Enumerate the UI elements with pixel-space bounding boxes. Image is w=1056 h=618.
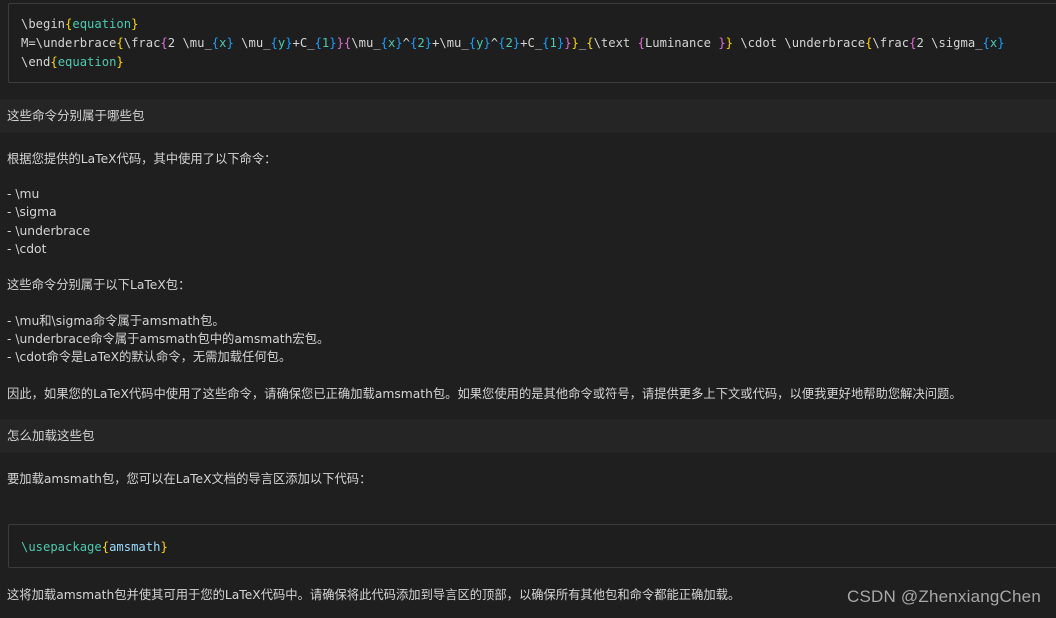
code-brace: { (982, 36, 990, 50)
code-brace: } (285, 36, 293, 50)
code-brace: } (116, 55, 124, 69)
command-list-item: - \underbrace (7, 224, 91, 238)
code-token: equation (72, 17, 132, 31)
code-brace: } (131, 17, 139, 31)
code-line: \end{equation} (21, 55, 124, 69)
code-token: 2 (505, 36, 513, 50)
code-token: amsmath (109, 540, 161, 554)
code-brace: } (226, 36, 234, 50)
code-brace: } (718, 36, 726, 50)
code-brace: } (571, 36, 579, 50)
code-brace: } (997, 36, 1005, 50)
code-brace: }{ (336, 36, 352, 50)
code-token: 2 (417, 36, 425, 50)
code-token: 2 \mu_ (167, 36, 212, 50)
code-token: M=\underbrace (21, 36, 117, 50)
code-brace: } (395, 36, 403, 50)
answer-intro: 要加载amsmath包，您可以在LaTeX文档的导言区添加以下代码： (7, 472, 372, 486)
code-brace: { (50, 55, 58, 69)
code-brace: } (725, 36, 733, 50)
chat-page: \begin{equation} M=\underbrace{\frac{2 \… (0, 0, 1056, 618)
code-token: Luminance (644, 36, 719, 50)
code-brace: } (424, 36, 433, 50)
code-token: 2 \sigma_ (916, 36, 983, 50)
code-brace: { (270, 36, 278, 50)
code-token: \usepackage (21, 540, 102, 554)
code-brace: { (101, 540, 110, 554)
code-token: equation (57, 55, 117, 69)
code-brace: { (116, 36, 124, 50)
user-question: 这些命令分别属于哪些包 (0, 99, 1056, 133)
code-token: \text (593, 36, 638, 50)
code-brace: { (380, 36, 388, 50)
command-list-item: - \cdot (7, 242, 47, 256)
code-brace: } (329, 36, 337, 50)
code-token: \mu_ (233, 36, 271, 50)
code-token: \mu_ (351, 36, 381, 50)
code-line: M=\underbrace{\frac{2 \mu_{x} \mu_{y}+C_… (21, 36, 1005, 50)
code-brace: { (637, 36, 645, 50)
answer-conclusion: 因此，如果您的LaTeX代码中使用了这些命令，请确保您已正确加载amsmath包… (7, 387, 962, 401)
answer-intro: 根据您提供的LaTeX代码，其中使用了以下命令： (7, 152, 277, 166)
code-brace: } (483, 36, 491, 50)
code-brace: { (468, 36, 477, 50)
code-token: +C_ (292, 36, 315, 50)
code-token: \begin (21, 17, 66, 31)
code-brace: { (160, 36, 168, 50)
package-list-item: - \underbrace命令属于amsmath包中的amsmath宏包。 (7, 332, 330, 346)
code-token: \cdot \underbrace (733, 36, 866, 50)
code-token: \frac (123, 36, 161, 50)
answer-outro: 这将加载amsmath包并使其可用于您的LaTeX代码中。请确保将此代码添加到导… (7, 588, 741, 602)
code-brace: { (314, 36, 322, 50)
packages-intro: 这些命令分别属于以下LaTeX包： (7, 278, 191, 292)
code-token: 1 (549, 36, 557, 50)
code-brace: } (564, 36, 572, 50)
code-token: ^ (490, 36, 499, 50)
code-token: +C_ (520, 36, 543, 50)
csdn-watermark: CSDN @ZhenxiangChen (847, 587, 1041, 606)
latex-code-block[interactable]: \usepackage{amsmath} (8, 524, 1056, 568)
code-brace: { (586, 36, 594, 50)
code-token: \end (21, 55, 51, 69)
package-list-item: - \cdot命令是LaTeX的默认命令，无需加载任何包。 (7, 350, 292, 364)
user-question: 怎么加载这些包 (0, 419, 1056, 453)
latex-code-block[interactable]: \begin{equation} M=\underbrace{\frac{2 \… (8, 3, 1056, 83)
package-list-item: - \mu和\sigma命令属于amsmath包。 (7, 314, 225, 328)
code-brace: } (160, 540, 168, 554)
command-list-item: - \sigma (7, 205, 57, 219)
code-line: \begin{equation} (21, 17, 138, 31)
code-brace: { (542, 36, 550, 50)
code-token: +\mu_ (432, 36, 469, 50)
code-token: ^ (402, 36, 411, 50)
command-list-item: - \mu (7, 187, 40, 201)
code-token: \frac (872, 36, 910, 50)
